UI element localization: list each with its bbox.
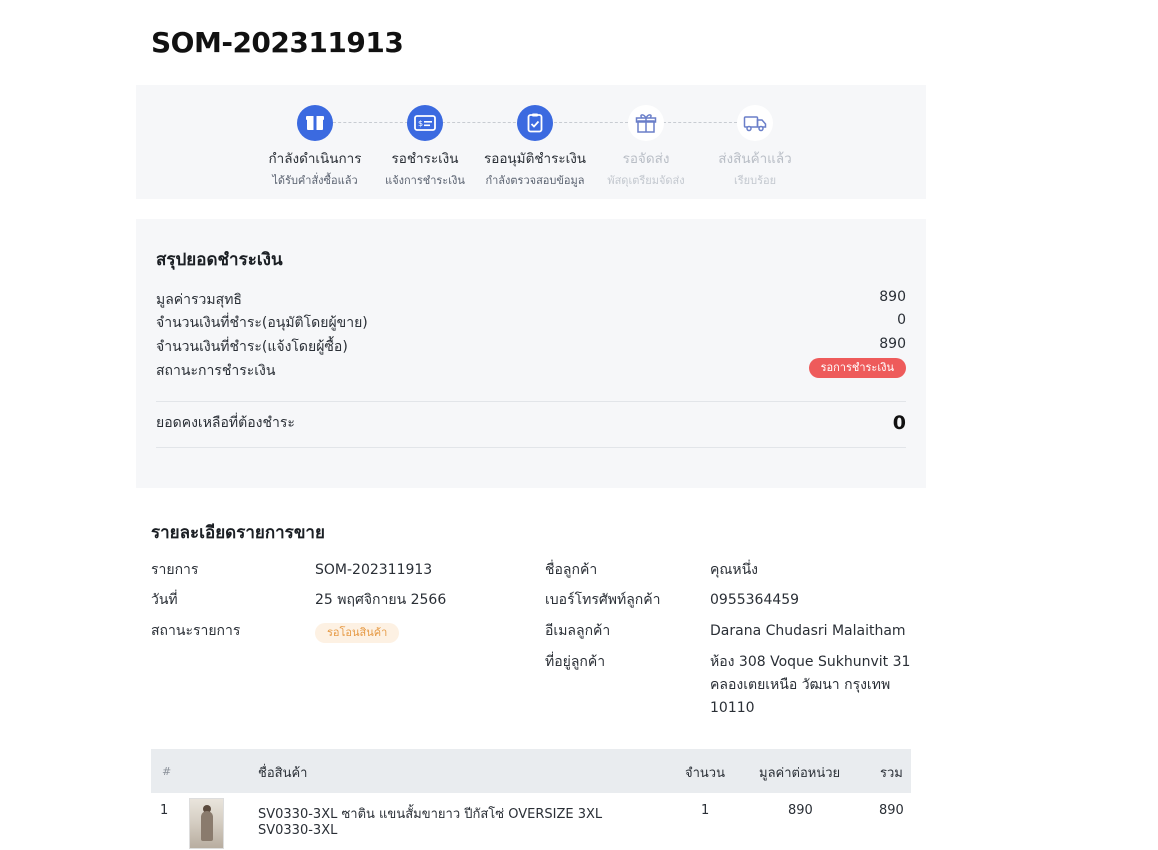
summary-value: 890	[879, 336, 906, 352]
box-icon	[297, 105, 333, 141]
product-sku: SV0330-3XL	[258, 823, 338, 838]
summary-row-buyer-paid: จำนวนเงินที่ชำระ(แจ้งโดยผู้ซื้อ) 890	[156, 334, 906, 356]
balance-label: ยอดคงเหลือที่ต้องชำระ	[156, 415, 295, 431]
customer-name-value: คุณหนึ่ง	[710, 562, 758, 578]
customer-name-label: ชื่อลูกค้า	[545, 562, 598, 578]
document-check-icon	[517, 105, 553, 141]
step-title: ส่งสินค้าแล้ว	[718, 151, 792, 167]
customer-phone-value: 0955364459	[710, 592, 800, 608]
order-status-badge: รอโอนสินค้า	[315, 623, 400, 643]
customer-email-value: Darana Chudasri Malaitham	[710, 623, 906, 639]
header-product-name: ชื่อสินค้า	[258, 766, 308, 781]
summary-row-net-total: มูลค่ารวมสุทธิ 890	[156, 287, 906, 309]
payment-status-badge: รอการชำระเงิน	[808, 358, 906, 378]
summary-title: สรุปยอดชำระเงิน	[156, 250, 283, 270]
customer-email-label: อีเมลลูกค้า	[545, 623, 611, 639]
balance-value: 0	[892, 412, 906, 434]
order-status-label: สถานะรายการ	[151, 623, 241, 639]
customer-address-line: 10110	[710, 700, 755, 716]
date-value: 25 พฤศจิกายน 2566	[315, 592, 447, 608]
customer-phone-label: เบอร์โทรศัพท์ลูกค้า	[545, 592, 661, 608]
order-title: SOM-202311913	[151, 26, 404, 59]
summary-value: 0	[897, 312, 906, 328]
product-thumbnail	[189, 798, 224, 849]
summary-value: 890	[879, 289, 906, 305]
svg-text:$: $	[418, 119, 423, 128]
order-progress-panel: กำลังดำเนินการ ได้รับคำสั่งซื้อแล้ว $ รอ…	[136, 85, 926, 199]
summary-divider	[156, 401, 906, 402]
summary-label: มูลค่ารวมสุทธิ	[156, 292, 242, 308]
row-total: 890	[879, 803, 904, 818]
summary-label: สถานะการชำระเงิน	[156, 363, 276, 379]
summary-label: จำนวนเงินที่ชำระ(แจ้งโดยผู้ซื้อ)	[156, 339, 348, 355]
summary-row-payment-status: สถานะการชำระเงิน รอการชำระเงิน	[156, 358, 906, 380]
gift-box-icon	[628, 105, 664, 141]
date-label: วันที่	[151, 592, 178, 608]
payment-card-icon: $	[407, 105, 443, 141]
header-unit-price: มูลค่าต่อหน่วย	[759, 766, 841, 781]
payment-summary-panel: สรุปยอดชำระเงิน มูลค่ารวมสุทธิ 890 จำนวน…	[136, 219, 926, 488]
truck-icon	[737, 105, 773, 141]
row-index: 1	[160, 803, 169, 818]
step-subtitle: เรียบร้อย	[733, 174, 777, 187]
customer-address-line: คลองเตยเหนือ วัฒนา กรุงเทพ	[710, 677, 891, 693]
row-quantity: 1	[701, 803, 710, 818]
progress-step-delivered: ส่งสินค้าแล้ว เรียบร้อย	[690, 105, 820, 189]
customer-address-label: ที่อยู่ลูกค้า	[545, 654, 606, 670]
order-value: SOM-202311913	[315, 562, 433, 578]
product-name: SV0330-3XL ซาติน แขนสั้มขายาว ปีกัสโซ่ O…	[258, 807, 603, 822]
header-index: #	[162, 765, 172, 778]
summary-row-approved-paid: จำนวนเงินที่ชำระ(อนุมัติโดยผู้ขาย) 0	[156, 310, 906, 332]
table-header: # ชื่อสินค้า จำนวน มูลค่าต่อหน่วย รวม	[151, 749, 911, 793]
summary-label: จำนวนเงินที่ชำระ(อนุมัติโดยผู้ขาย)	[156, 315, 368, 331]
header-quantity: จำนวน	[685, 766, 725, 781]
row-unit-price: 890	[788, 803, 813, 818]
order-label: รายการ	[151, 562, 199, 578]
sales-details-title: รายละเอียดรายการขาย	[151, 523, 325, 543]
customer-address-line: ห้อง 308 Voque Sukhunvit 31	[710, 654, 911, 670]
summary-divider	[156, 447, 906, 448]
header-total: รวม	[880, 766, 903, 781]
